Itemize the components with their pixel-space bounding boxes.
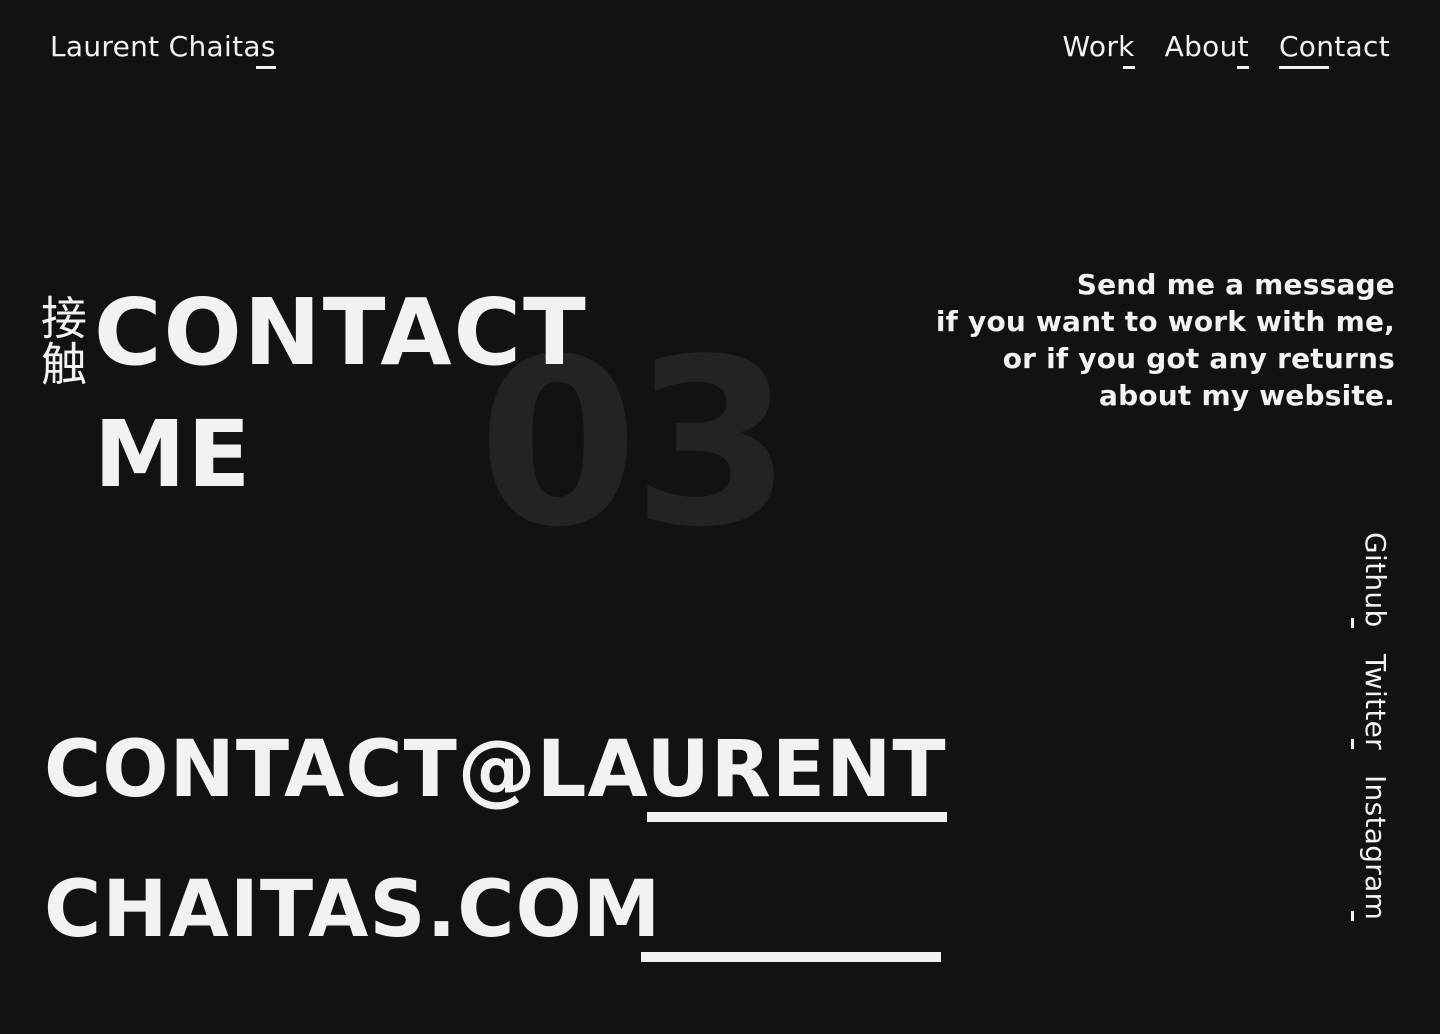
intro-text: Send me a message if you want to work wi…: [936, 266, 1395, 414]
main-nav: Work About Contact: [1063, 30, 1390, 69]
email-line-2: CHAITAS.COM: [44, 840, 947, 980]
email-line-2-text: CHAITAS.COM: [44, 865, 662, 955]
email-line-1-text: CONTACT@LAURENT: [44, 725, 947, 815]
page-title: CONTACT ME: [94, 272, 588, 516]
social-twitter[interactable]: Twitter: [1351, 654, 1392, 749]
intro-line-2: if you want to work with me,: [935, 305, 1395, 338]
intro-line-4: about my website.: [1099, 379, 1395, 412]
nav-work[interactable]: Work: [1063, 30, 1135, 69]
intro-line-1: Send me a message: [1076, 268, 1395, 301]
nav-contact[interactable]: Contact: [1278, 30, 1390, 69]
intro-line-3: or if you got any returns: [1002, 342, 1395, 375]
social-links: Github Twitter Instagram: [1351, 532, 1392, 921]
brand-link[interactable]: Laurent Chaitas: [50, 30, 276, 69]
cjk-label: 接触: [34, 294, 88, 386]
email-underline-2: [640, 952, 941, 962]
title-line-1: CONTACT: [94, 279, 588, 386]
title-line-2: ME: [94, 401, 253, 508]
social-instagram[interactable]: Instagram: [1351, 775, 1392, 921]
social-github[interactable]: Github: [1351, 532, 1392, 628]
email-line-1: CONTACT@LAURENT: [44, 700, 947, 840]
nav-about[interactable]: About: [1165, 30, 1250, 69]
email-link[interactable]: CONTACT@LAURENT CHAITAS.COM: [44, 700, 947, 980]
contact-page: Laurent Chaitas Work About Contact 03 接触…: [0, 0, 1440, 1034]
email-underline-1: [646, 812, 947, 822]
